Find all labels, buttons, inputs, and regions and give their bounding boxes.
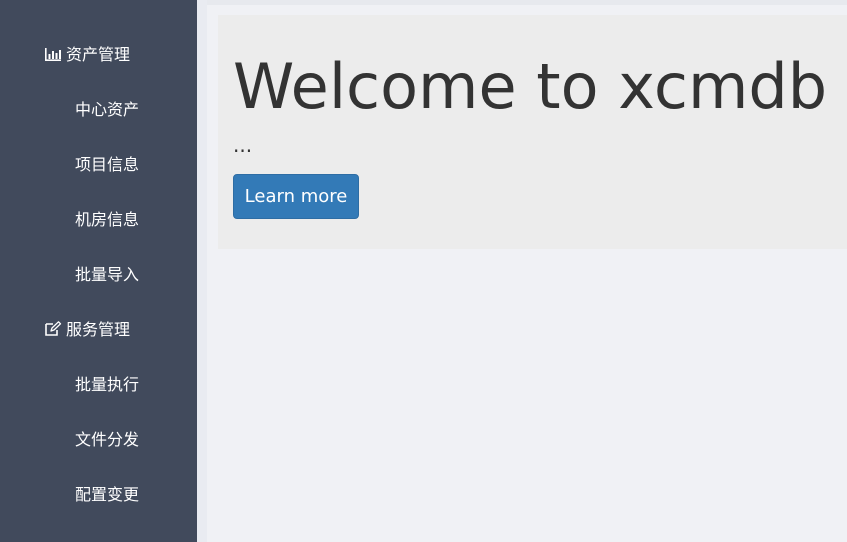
sidebar-item-config-change[interactable]: 配置变更 xyxy=(75,480,139,510)
edit-icon xyxy=(45,321,62,336)
sidebar-item-datacenter-info[interactable]: 机房信息 xyxy=(75,205,139,235)
sidebar-divider xyxy=(197,0,207,542)
nav-group-asset-management[interactable]: 资产管理 xyxy=(44,40,130,70)
jumbotron-text: ... xyxy=(233,133,253,157)
page-title: Welcome to xcmdb xyxy=(233,50,828,123)
learn-more-button[interactable]: Learn more xyxy=(233,174,359,219)
sidebar: 资产管理 中心资产 项目信息 机房信息 批量导入 服务管理 批量执行 文件分发 … xyxy=(0,0,197,542)
sidebar-item-label: 项目信息 xyxy=(75,155,140,174)
sidebar-item-bulk-execute[interactable]: 批量执行 xyxy=(75,370,139,400)
sidebar-item-label: 批量导入 xyxy=(75,265,140,284)
sidebar-item-bulk-import[interactable]: 批量导入 xyxy=(75,260,139,290)
bar-chart-icon xyxy=(45,48,61,61)
sidebar-item-project-info[interactable]: 项目信息 xyxy=(75,150,139,180)
sidebar-item-label: 配置变更 xyxy=(75,485,140,504)
sidebar-item-file-distribution[interactable]: 文件分发 xyxy=(75,425,139,455)
sidebar-item-label: 批量执行 xyxy=(75,375,140,394)
nav-group-label: 服务管理 xyxy=(66,320,131,339)
jumbotron: Welcome to xcmdb ... Learn more xyxy=(218,15,847,249)
sidebar-item-center-assets[interactable]: 中心资产 xyxy=(75,95,139,125)
nav-group-service-management[interactable]: 服务管理 xyxy=(44,315,130,345)
main-content: Welcome to xcmdb ... Learn more xyxy=(207,5,847,542)
sidebar-item-label: 文件分发 xyxy=(75,430,140,449)
sidebar-item-label: 机房信息 xyxy=(75,210,140,229)
sidebar-item-label: 中心资产 xyxy=(75,100,140,119)
nav-group-label: 资产管理 xyxy=(66,45,131,64)
